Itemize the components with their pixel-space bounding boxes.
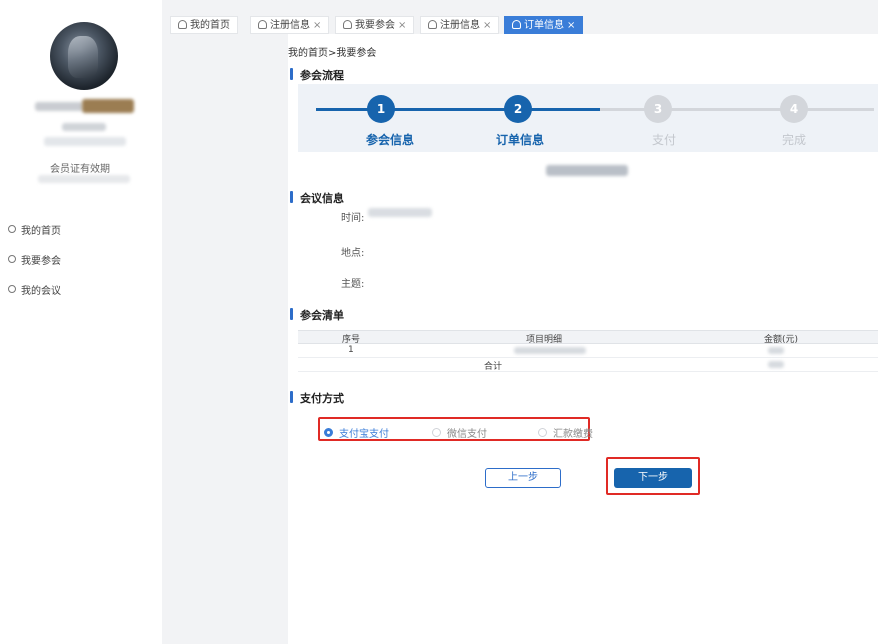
user-icon (178, 20, 187, 29)
sidebar-item-label: 我要参会 (21, 255, 61, 267)
payment-option-remittance[interactable]: 汇款缴费 (538, 425, 593, 440)
user-avatar (50, 22, 118, 90)
cell-item-redacted (514, 347, 586, 354)
table-row: 1 (298, 344, 878, 358)
profile-sidebar: 会员证有效期 我的首页 我要参会 我的会议 (0, 0, 160, 644)
circle-icon (8, 255, 16, 263)
sidebar-item-home[interactable]: 我的首页 (8, 222, 61, 237)
sidebar-nav: 我的首页 我要参会 我的会议 (8, 222, 61, 312)
user-icon (512, 20, 521, 29)
meeting-topic-label: 主题: (341, 279, 365, 290)
table-row-total: 合计 (298, 358, 878, 372)
total-label: 合计 (484, 362, 503, 372)
sidebar-item-join-meeting[interactable]: 我要参会 (8, 252, 61, 267)
table-header: 序号 项目明细 金额(元) (298, 330, 878, 345)
section-title-list: 参会清单 (290, 308, 344, 322)
tab-label: 注册信息 (270, 20, 310, 31)
membership-valid-date-redacted (38, 175, 130, 183)
step-3-label: 支付 (651, 133, 676, 147)
attendance-table: 序号 项目明细 金额(元) 1 合计 (298, 330, 878, 372)
sidebar-item-my-meetings[interactable]: 我的会议 (8, 282, 61, 297)
payment-option-label: 汇款缴费 (553, 429, 593, 440)
total-amount-redacted (768, 361, 784, 368)
close-icon[interactable]: × (313, 20, 321, 31)
user-icon (343, 20, 352, 29)
step-1-label: 参会信息 (365, 133, 414, 147)
user-icon (428, 20, 437, 29)
breadcrumb: 我的首页>我要参会 (288, 48, 377, 59)
username-redacted-badge (82, 99, 134, 113)
meeting-time-redacted (368, 208, 432, 217)
tab-label: 订单信息 (524, 20, 564, 31)
step-4-circle: 4 (780, 95, 808, 123)
step-connector (392, 108, 518, 111)
close-icon[interactable]: × (398, 20, 406, 31)
meeting-time-label: 时间: (341, 213, 365, 224)
section-title-payment: 支付方式 (290, 391, 344, 405)
tab-join-meeting[interactable]: 我要参会 × (335, 16, 415, 34)
payment-option-alipay[interactable]: 支付宝支付 (324, 425, 389, 440)
step-1-circle: 1 (367, 95, 395, 123)
payment-option-wechat[interactable]: 微信支付 (432, 425, 487, 440)
cell-amount-redacted (768, 347, 784, 354)
cell-seq: 1 (348, 345, 354, 355)
radio-icon (538, 428, 547, 437)
radio-selected-icon (324, 428, 333, 437)
membership-valid-label: 会员证有效期 (50, 164, 110, 175)
sidebar-item-label: 我的会议 (21, 285, 61, 297)
circle-icon (8, 285, 16, 293)
step-connector (600, 108, 874, 111)
main-content: 我的首页>我要参会 参会流程 1 2 3 4 参会信息 订单信息 支付 完成 会… (288, 34, 878, 644)
tab-registration-1[interactable]: 注册信息 × (250, 16, 330, 34)
payment-option-label: 支付宝支付 (339, 429, 389, 440)
close-icon[interactable]: × (567, 20, 575, 31)
radio-icon (432, 428, 441, 437)
next-step-button[interactable]: 下一步 (614, 468, 692, 488)
email-redacted (44, 137, 126, 146)
tab-order-info[interactable]: 订单信息 × (504, 16, 584, 34)
close-icon[interactable]: × (483, 20, 491, 31)
payment-option-label: 微信支付 (447, 429, 487, 440)
step-2-label: 订单信息 (495, 133, 544, 147)
section-title-process: 参会流程 (290, 68, 344, 82)
step-3-circle: 3 (644, 95, 672, 123)
prev-step-button[interactable]: 上一步 (485, 468, 561, 488)
meeting-name-redacted (546, 165, 628, 176)
process-stepper: 1 2 3 4 参会信息 订单信息 支付 完成 (298, 84, 878, 152)
sidebar-item-label: 我的首页 (21, 225, 61, 237)
step-2-circle: 2 (504, 95, 532, 123)
tab-label: 我要参会 (355, 20, 395, 31)
member-id-redacted (62, 123, 106, 131)
step-4-label: 完成 (781, 133, 806, 147)
tab-label: 我的首页 (190, 20, 230, 31)
section-title-meeting: 会议信息 (290, 191, 344, 205)
username-redacted (35, 102, 83, 111)
content-gutter (162, 0, 288, 644)
tab-registration-2[interactable]: 注册信息 × (420, 16, 500, 34)
tab-bar: 我的首页 注册信息 × 我要参会 × 注册信息 × 订单信息 × (162, 0, 878, 34)
tab-home[interactable]: 我的首页 (170, 16, 238, 34)
page: 会员证有效期 我的首页 我要参会 我的会议 我的首页 注册信息 × 我要参会 ×… (0, 0, 878, 644)
user-icon (258, 20, 267, 29)
tab-label: 注册信息 (440, 20, 480, 31)
meeting-place-label: 地点: (341, 248, 365, 259)
payment-options-highlight: 支付宝支付 微信支付 汇款缴费 (318, 417, 593, 441)
circle-icon (8, 225, 16, 233)
